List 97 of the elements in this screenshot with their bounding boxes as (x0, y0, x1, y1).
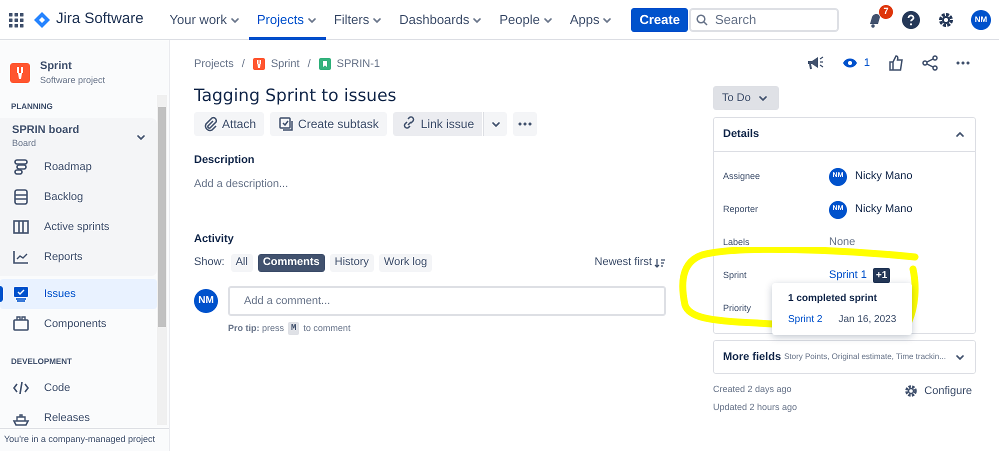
filter-button[interactable]: Comments (258, 254, 325, 272)
count-badge[interactable]: +1 (872, 268, 890, 283)
create-button[interactable]: Create (631, 8, 688, 32)
field-label: Priority (723, 302, 752, 315)
sidebar-item[interactable]: Code (0, 373, 157, 403)
nav-menu[interactable]: People (491, 0, 562, 40)
roadmap-icon (12, 158, 30, 176)
subtask-icon (278, 116, 294, 132)
section-heading: Activity (194, 232, 235, 247)
more-icon[interactable] (956, 61, 970, 65)
issue-title: Tagging Sprint to issues (194, 85, 398, 106)
field-value: Nicky Mano (855, 169, 912, 184)
sprint-date: Jan 16, 2023 (838, 313, 896, 327)
board-columns-icon (12, 218, 30, 236)
user-avatar[interactable]: NM (971, 10, 991, 30)
sidebar-item[interactable]: Active sprints (0, 212, 157, 242)
popover-title: 1 completed sprint (788, 292, 878, 306)
section-heading: Description (194, 153, 256, 168)
comment-field[interactable]: Add a comment... (228, 286, 666, 316)
product-name: Jira Software (56, 9, 144, 30)
description-field[interactable]: Add a description... (194, 176, 394, 192)
nav-menu[interactable]: Apps (562, 0, 622, 40)
nav-menu[interactable]: Projects (248, 0, 326, 40)
nav-menu[interactable]: Dashboards (391, 0, 492, 40)
show-label: Show: (194, 255, 225, 270)
search-field[interactable]: Search (689, 8, 839, 32)
keyboard-key: M (288, 322, 300, 335)
field-label: Labels (723, 236, 751, 249)
megaphone-icon[interactable] (806, 55, 824, 71)
action-button[interactable]: Link issue (392, 112, 482, 136)
nav-menu[interactable]: Your work (162, 0, 249, 40)
pro-tip-text: to comment (303, 322, 350, 334)
breadcrumb-link[interactable]: SPRIN-1 (336, 56, 380, 72)
board-switcher[interactable]: SPRIN board Board (0, 118, 157, 152)
section-heading: DEVELOPMENT (10, 356, 73, 368)
diamond-logo-icon (34, 12, 50, 28)
sidebar-item[interactable]: Reports (0, 242, 157, 272)
sidebar-item[interactable]: Issues (0, 279, 157, 309)
monitor-icon (12, 285, 30, 303)
backlog-icon (12, 188, 30, 206)
notification-badge: 7 (879, 4, 893, 18)
sort-button[interactable]: Newest first (594, 254, 666, 271)
more-icon (518, 122, 532, 126)
settings-icon[interactable] (937, 10, 955, 28)
user-avatar: NM (194, 288, 218, 312)
sprint-link[interactable]: Sprint 2 (788, 312, 822, 327)
project-name: Sprint (40, 59, 73, 73)
field-label: Assignee (723, 170, 762, 183)
filter-button[interactable]: All (230, 254, 253, 272)
filter-button[interactable]: Work log (378, 254, 432, 272)
watch-button[interactable]: 1 (842, 54, 870, 72)
breadcrumb-separator: / (308, 56, 311, 72)
created-date: Created 2 days ago (713, 383, 793, 396)
field-value: None (829, 235, 856, 250)
component-icon (12, 315, 30, 333)
field-label: Sprint (723, 268, 748, 282)
action-button[interactable]: Attach (194, 112, 264, 136)
help-icon[interactable] (901, 10, 921, 30)
breadcrumb-link[interactable]: Projects (194, 56, 234, 72)
chart-icon (12, 248, 30, 266)
sprint-link[interactable]: Sprint 1 (829, 267, 867, 284)
updated-date: Updated 2 hours ago (713, 400, 798, 414)
project-avatar-icon (10, 63, 30, 83)
panel-title: More fields (723, 350, 782, 365)
project-avatar-icon (252, 58, 265, 70)
configure-button[interactable]: Configure (904, 383, 972, 400)
action-button[interactable]: Create subtask (270, 112, 387, 136)
sidebar-item[interactable]: Roadmap (0, 152, 157, 182)
section-heading: PLANNING (10, 101, 54, 113)
sidebar-item[interactable]: Backlog (0, 182, 157, 212)
field-value: Nicky Mano (855, 202, 912, 218)
sidebar-item[interactable]: Releases (0, 403, 157, 428)
status-dropdown[interactable]: To Do (713, 86, 779, 110)
share-icon[interactable] (922, 55, 938, 71)
field-summary: Story Points, Original estimate, Time trackin... (784, 351, 947, 363)
more-button[interactable] (513, 112, 538, 136)
thumbs-up-icon[interactable] (888, 55, 904, 71)
sidebar-item[interactable]: Components (0, 309, 157, 339)
settings-icon (904, 384, 918, 398)
pro-tip-text: Pro tip: press (228, 322, 284, 335)
breadcrumb-link[interactable]: Sprint (270, 56, 300, 72)
search-icon (696, 14, 708, 26)
more-fields-panel[interactable]: More fields Story Points, Original estimate, Time trackin... (713, 340, 976, 374)
eye-icon (842, 57, 858, 69)
story-bookmark-icon (318, 58, 331, 70)
sort-icon (654, 256, 666, 268)
panel-title: Details (723, 127, 760, 142)
field-label: Reporter (723, 202, 760, 216)
scrollbar-thumb[interactable] (158, 107, 166, 327)
paperclip-icon (202, 116, 218, 132)
dropdown-button[interactable] (483, 112, 508, 136)
scrollbar[interactable] (157, 95, 167, 425)
code-icon (12, 379, 30, 397)
breadcrumb-separator: / (242, 56, 245, 72)
filter-button[interactable]: History (330, 254, 374, 272)
project-type: Software project (40, 74, 106, 87)
nav-menu[interactable]: Filters (326, 0, 392, 40)
